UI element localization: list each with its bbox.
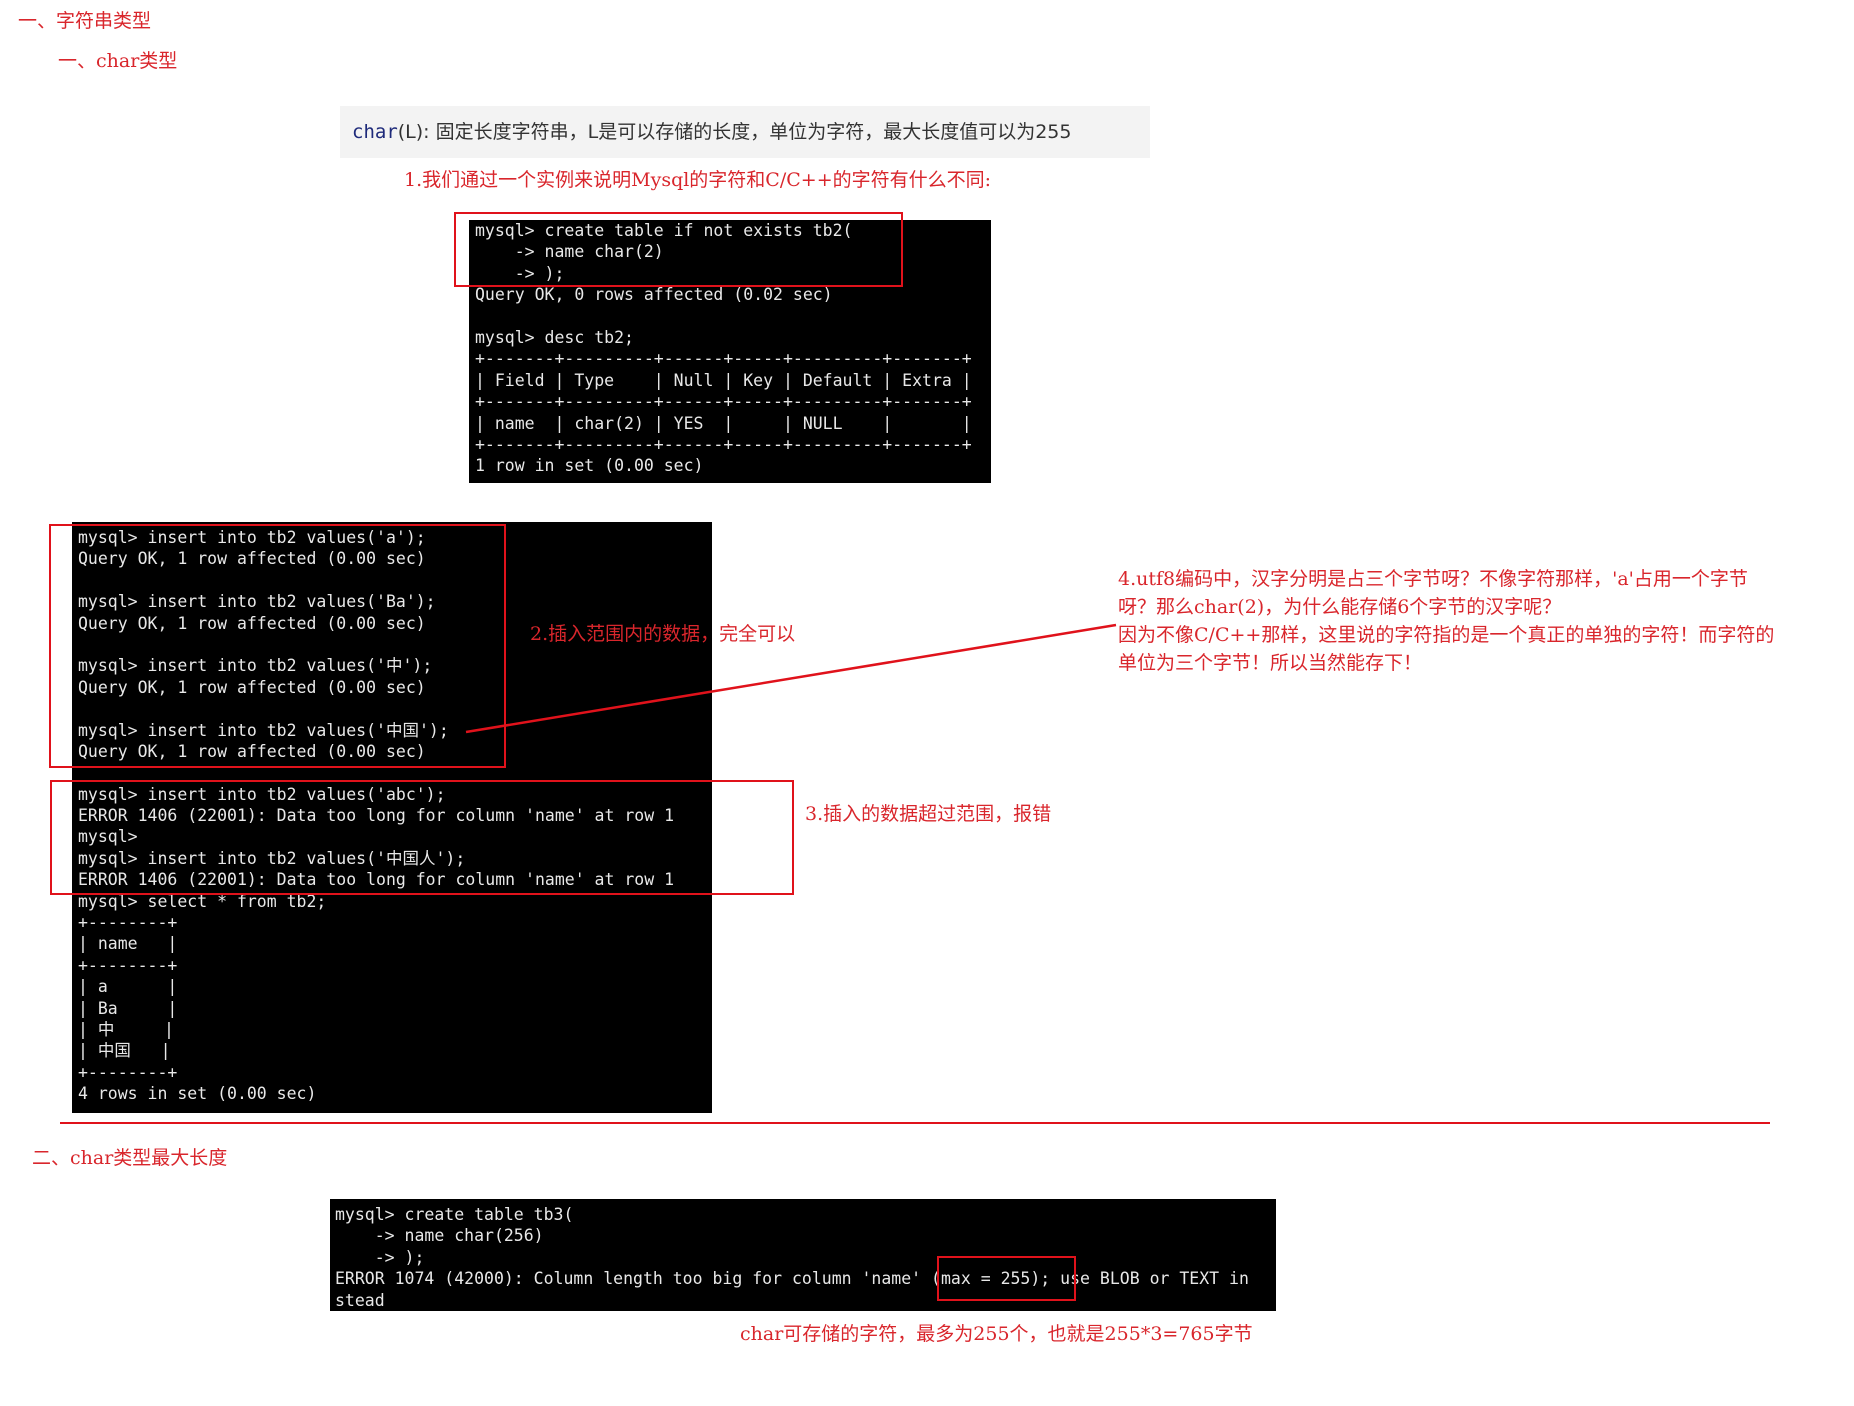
connector-arrow — [465, 623, 1117, 734]
section-heading-char-max-length: 二、char类型最大长度 — [32, 1147, 228, 1169]
terminal3-line: ERROR 1074 (42000): Column length too bi… — [335, 1269, 1249, 1289]
terminal3-line: -> name char(256) — [335, 1226, 544, 1246]
terminal-create-tb3: mysql> create table tb3( -> name char(25… — [330, 1199, 1276, 1311]
connector-line — [465, 623, 1117, 734]
section-divider — [60, 1122, 1770, 1124]
terminal3-line: -> ); — [335, 1247, 425, 1267]
terminal3-line: stead — [335, 1290, 385, 1310]
note-5: char可存储的字符，最多为255个，也就是255*3=765字节 — [740, 1323, 1253, 1345]
terminal3-line: mysql> create table tb3( — [335, 1205, 574, 1224]
highlight-max-255 — [937, 1256, 1076, 1301]
